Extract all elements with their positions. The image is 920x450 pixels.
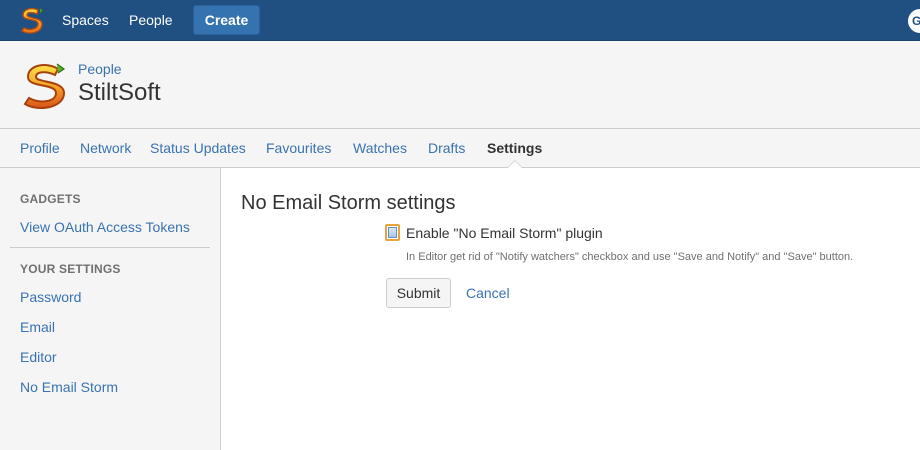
tab-watches[interactable]: Watches	[353, 140, 407, 156]
breadcrumb-people-link[interactable]: People	[78, 61, 122, 77]
tab-settings[interactable]: Settings	[487, 140, 542, 156]
enable-plugin-label[interactable]: Enable "No Email Storm" plugin	[406, 225, 603, 241]
checkbox-fill	[388, 227, 397, 238]
active-tab-indicator	[508, 161, 522, 168]
user-avatar[interactable]: G	[908, 9, 920, 33]
sidebar-item-view-oauth-access-tokens[interactable]: View OAuth Access Tokens	[20, 219, 190, 235]
sidebar-heading-your-settings: YOUR SETTINGS	[20, 262, 121, 276]
profile-header: People StiltSoft	[0, 41, 920, 129]
tab-status-updates[interactable]: Status Updates	[150, 140, 246, 156]
profile-tab-bar: Profile Network Status Updates Favourite…	[0, 129, 920, 168]
page-title: StiltSoft	[78, 79, 161, 106]
tab-favourites[interactable]: Favourites	[266, 140, 331, 156]
sidebar-item-editor[interactable]: Editor	[20, 349, 57, 365]
enable-plugin-checkbox[interactable]	[385, 224, 400, 241]
stiltsoft-s-logo-icon	[23, 63, 66, 109]
tab-profile[interactable]: Profile	[20, 140, 60, 156]
nav-spaces-link[interactable]: Spaces	[62, 12, 109, 28]
settings-title: No Email Storm settings	[241, 192, 456, 214]
top-navigation-bar: Spaces People Create G	[0, 0, 920, 41]
submit-button[interactable]: Submit	[386, 278, 451, 308]
settings-content: No Email Storm settings Enable "No Email…	[222, 168, 920, 450]
sidebar-item-password[interactable]: Password	[20, 289, 81, 305]
sidebar-item-no-email-storm[interactable]: No Email Storm	[20, 379, 118, 395]
sidebar-item-email[interactable]: Email	[20, 319, 55, 335]
tab-drafts[interactable]: Drafts	[428, 140, 465, 156]
settings-sidebar: GADGETS View OAuth Access Tokens YOUR SE…	[0, 168, 221, 450]
enable-plugin-description: In Editor get rid of "Notify watchers" c…	[406, 251, 854, 263]
tab-network[interactable]: Network	[80, 140, 131, 156]
nav-people-link[interactable]: People	[129, 12, 173, 28]
sidebar-heading-gadgets: GADGETS	[20, 192, 81, 206]
cancel-link[interactable]: Cancel	[466, 285, 510, 301]
stiltsoft-s-logo-icon[interactable]	[18, 6, 45, 34]
sidebar-divider	[10, 247, 210, 248]
create-button[interactable]: Create	[193, 5, 260, 35]
